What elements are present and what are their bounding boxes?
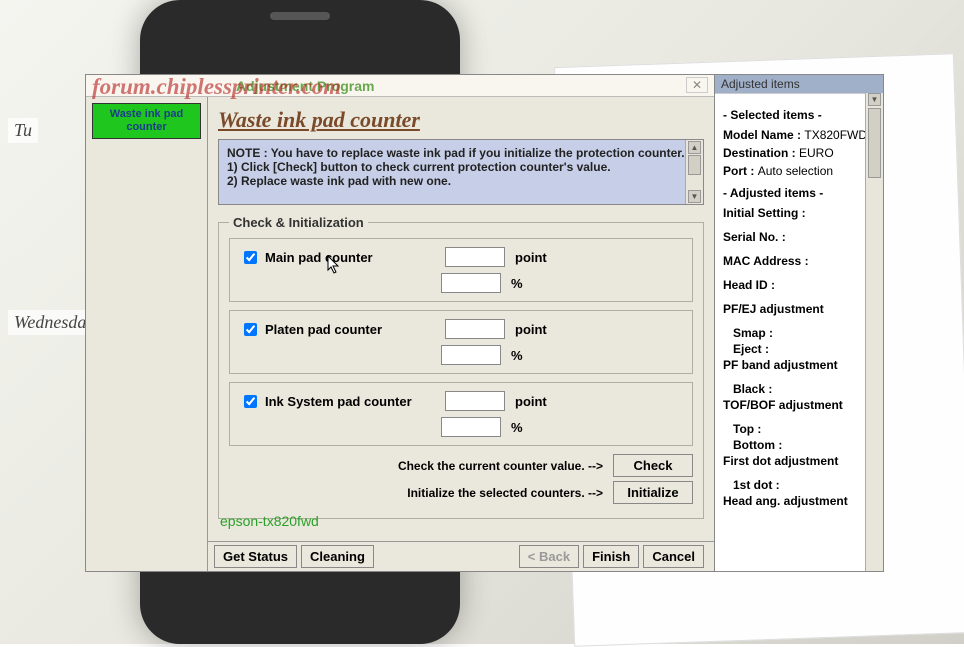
- adjusted-items-panel: Adjusted items - Selected items - Model …: [714, 74, 884, 572]
- adjustment-program-window: Adjustment Program ✕ Waste ink pad count…: [85, 74, 715, 572]
- right-scrollbar[interactable]: ▲ ▼: [865, 93, 883, 571]
- back-button[interactable]: < Back: [519, 545, 579, 568]
- adjusted-items-list: - Selected items - Model Name : TX820FWD…: [715, 93, 883, 571]
- note-scrollbar[interactable]: ▲ ▼: [685, 140, 703, 204]
- adjusted-item: Head ang. adjustment: [723, 494, 875, 508]
- adjusted-item: PF band adjustment: [723, 358, 875, 372]
- note-line3: 2) Replace waste ink pad with new one.: [227, 174, 695, 188]
- main-pad-checkbox[interactable]: [244, 251, 257, 264]
- unit-point: point: [515, 250, 547, 265]
- adjusted-item: Bottom :: [723, 438, 875, 452]
- cleaning-button[interactable]: Cleaning: [301, 545, 374, 568]
- platen-pad-label: Platen pad counter: [265, 322, 445, 337]
- watermark-model: epson-tx820fwd: [220, 513, 319, 529]
- platen-pad-pct-value: [441, 345, 501, 365]
- check-init-group: Check & Initialization Main pad counter …: [218, 215, 704, 519]
- sidebar-waste-ink-btn[interactable]: Waste ink pad counter: [92, 103, 201, 139]
- program-title: Adjustment Program: [236, 78, 374, 94]
- check-prompt: Check the current counter value. -->: [398, 459, 603, 473]
- scroll-up-icon[interactable]: ▲: [688, 141, 701, 154]
- adjusted-item: Eject :: [723, 342, 875, 356]
- main-pad-label: Main pad counter: [265, 250, 445, 265]
- note-box: NOTE : You have to replace waste ink pad…: [218, 139, 704, 205]
- init-prompt: Initialize the selected counters. -->: [407, 486, 603, 500]
- check-button[interactable]: Check: [613, 454, 693, 477]
- titlebar[interactable]: Adjustment Program ✕: [86, 75, 714, 97]
- close-button[interactable]: ✕: [686, 77, 708, 93]
- adjusted-item: Serial No. :: [723, 230, 875, 244]
- phone-speaker: [270, 12, 330, 20]
- ink-pct-value: [441, 417, 501, 437]
- unit-pct: %: [511, 276, 523, 291]
- sidebar: Waste ink pad counter: [86, 97, 208, 571]
- adjusted-item: Head ID :: [723, 278, 875, 292]
- ink-system-label: Ink System pad counter: [265, 394, 445, 409]
- cancel-button[interactable]: Cancel: [643, 545, 704, 568]
- adjusted-items-hdr: - Adjusted items -: [723, 186, 875, 200]
- bg-weekday-1: Tu: [8, 118, 38, 143]
- adjusted-item: 1st dot :: [723, 478, 875, 492]
- adjusted-item: PF/EJ adjustment: [723, 302, 875, 316]
- bottom-bar: Get Status Cleaning < Back Finish Cancel: [208, 541, 714, 571]
- model-name: Model Name : TX820FWD: [723, 128, 875, 142]
- platen-pad-checkbox[interactable]: [244, 323, 257, 336]
- initialize-button[interactable]: Initialize: [613, 481, 693, 504]
- adjusted-items-header: Adjusted items: [715, 75, 883, 94]
- scroll-down-icon[interactable]: ▼: [688, 190, 701, 203]
- platen-pad-block: Platen pad counter point %: [229, 310, 693, 374]
- selected-items-hdr: - Selected items -: [723, 108, 875, 122]
- bg-weekday-2: Wednesda: [8, 310, 92, 335]
- get-status-button[interactable]: Get Status: [214, 545, 297, 568]
- destination: Destination : EURO: [723, 146, 875, 160]
- main-pane: Waste ink pad counter NOTE : You have to…: [208, 97, 714, 571]
- platen-pad-point-value: [445, 319, 505, 339]
- main-pad-block: Main pad counter point %: [229, 238, 693, 302]
- adjusted-item: Top :: [723, 422, 875, 436]
- note-line1: NOTE : You have to replace waste ink pad…: [227, 146, 695, 160]
- page-title: Waste ink pad counter: [218, 107, 704, 133]
- main-pad-point-value: [445, 247, 505, 267]
- init-row: Initialize the selected counters. --> In…: [229, 481, 693, 504]
- adjusted-item: First dot adjustment: [723, 454, 875, 468]
- adjusted-item: Initial Setting :: [723, 206, 875, 220]
- adjusted-item: MAC Address :: [723, 254, 875, 268]
- port: Port : Auto selection: [723, 164, 875, 178]
- check-row: Check the current counter value. --> Che…: [229, 454, 693, 477]
- ink-system-pad-block: Ink System pad counter point %: [229, 382, 693, 446]
- adjusted-item: Smap :: [723, 326, 875, 340]
- ink-system-checkbox[interactable]: [244, 395, 257, 408]
- main-pad-pct-value: [441, 273, 501, 293]
- adjusted-item: TOF/BOF adjustment: [723, 398, 875, 412]
- scroll-down-icon[interactable]: ▼: [868, 93, 881, 106]
- adjusted-item: Black :: [723, 382, 875, 396]
- scroll-thumb[interactable]: [688, 155, 701, 175]
- note-line2: 1) Click [Check] button to check current…: [227, 160, 695, 174]
- finish-button[interactable]: Finish: [583, 545, 639, 568]
- group-legend: Check & Initialization: [229, 215, 368, 230]
- scroll-thumb[interactable]: [868, 108, 881, 178]
- ink-point-value: [445, 391, 505, 411]
